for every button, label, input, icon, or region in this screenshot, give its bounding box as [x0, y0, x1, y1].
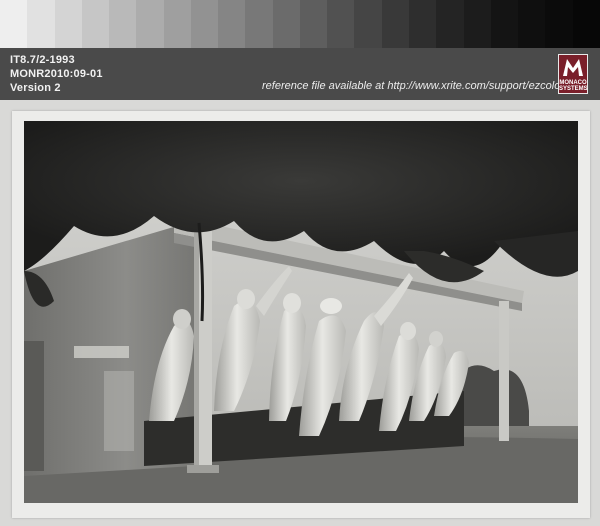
- monaco-mark-icon: [563, 59, 583, 76]
- gray-patch: [381, 0, 409, 48]
- gray-patch: [408, 0, 437, 48]
- gray-patch: [327, 0, 355, 48]
- gray-patch: [272, 0, 300, 48]
- photograph: [24, 121, 578, 503]
- gray-patch: [218, 0, 246, 48]
- gray-patch: [0, 0, 28, 48]
- gray-patch: [545, 0, 573, 48]
- gray-patch: [81, 0, 110, 48]
- photo-scene: [24, 121, 578, 503]
- target-standard-label: IT8.7/2-1993: [10, 54, 75, 66]
- gray-patch: [299, 0, 328, 48]
- gray-patch: [490, 0, 519, 48]
- gray-patch: [54, 0, 82, 48]
- grayscale-target-strip: [0, 0, 600, 52]
- logo-wordmark: MONACO SYSTEMS: [559, 80, 588, 92]
- gray-patch: [518, 0, 546, 48]
- target-batch-label: MONR2010:09-01: [10, 68, 103, 80]
- monaco-logo: MONACO SYSTEMS: [558, 54, 588, 94]
- reference-url-text: reference file available at http://www.x…: [262, 80, 565, 92]
- target-info-bar: IT8.7/2-1993 MONR2010:09-01 Version 2 re…: [0, 48, 600, 100]
- gray-patch: [245, 0, 273, 48]
- gray-patch: [463, 0, 491, 48]
- gray-patch: [163, 0, 191, 48]
- gray-patch: [354, 0, 382, 48]
- target-version-label: Version 2: [10, 82, 61, 94]
- gray-patch: [436, 0, 464, 48]
- gray-patch: [572, 0, 600, 48]
- gray-patch: [190, 0, 219, 48]
- gray-patch: [27, 0, 55, 48]
- gray-patch: [136, 0, 164, 48]
- gray-patch: [109, 0, 137, 48]
